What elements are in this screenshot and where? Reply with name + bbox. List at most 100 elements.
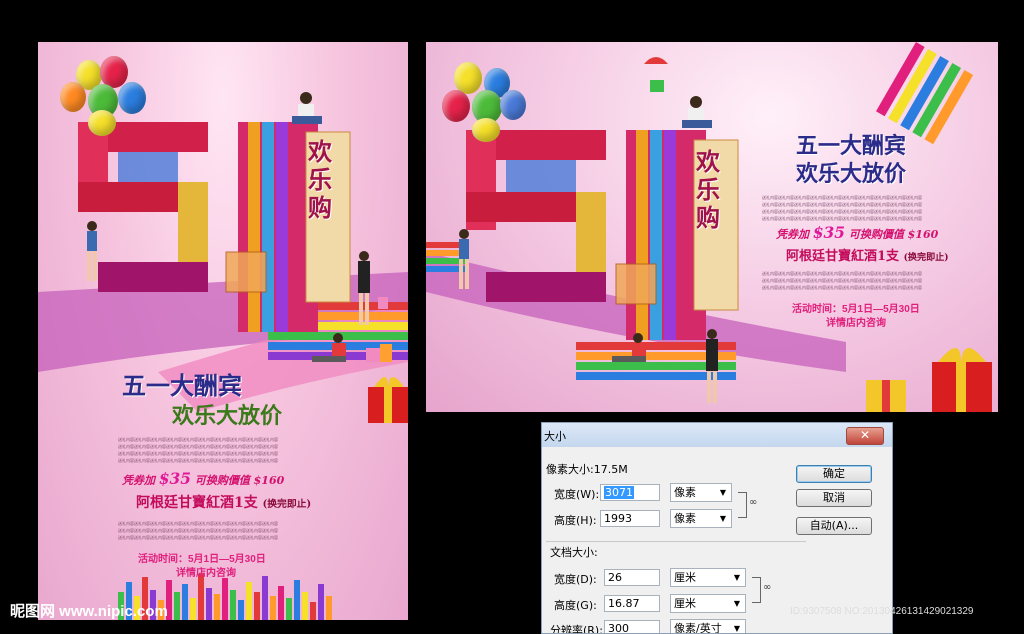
poster2-subhead: 欢乐大放价: [796, 161, 907, 187]
watermark-left: 昵图网 www.nipic.com: [10, 603, 168, 620]
doc-width-input[interactable]: 26: [604, 569, 660, 586]
ok-button[interactable]: 确定: [796, 465, 872, 483]
doc-size-label: 文档大小:: [550, 546, 598, 559]
filler-line: 送礼内容送礼内容送礼内容送礼内容送礼内容送礼内容送礼内容送礼内容送礼内容送礼内容: [118, 528, 278, 533]
height-label: 高度(H):: [554, 514, 597, 527]
doc-link-bracket: [752, 577, 761, 603]
pixel-link-bracket: [738, 492, 747, 518]
doc-height-input[interactable]: 16.87: [604, 595, 660, 612]
close-button[interactable]: ✕: [846, 427, 884, 445]
woman-with-bags: [459, 229, 469, 289]
coupon-prefix: 凭券加: [776, 228, 809, 241]
poster1-coupon: 凭券加 $35 可换购價值 $160: [122, 470, 284, 488]
chain-link-icon: ∞: [749, 497, 758, 508]
width-input[interactable]: 3071: [600, 484, 660, 501]
filler-line: 送礼内容送礼内容送礼内容送礼内容送礼内容送礼内容送礼内容送礼内容送礼内容送礼内容: [762, 195, 922, 200]
poster1-event-time: 活动时间：5月1日—5月30日: [138, 554, 266, 565]
woman-with-laptop: [682, 96, 712, 128]
balloon-icon: [442, 90, 470, 122]
poster-portrait: 欢乐购 五一大酬宾 欢乐大放价 送礼内容送礼内容送礼内容送礼内容送礼内容送礼内容…: [38, 42, 408, 620]
filler-line: 送礼内容送礼内容送礼内容送礼内容送礼内容送礼内容送礼内容送礼内容送礼内容送礼内容: [762, 209, 922, 214]
resolution-unit-select[interactable]: 像素/英寸 ▼: [670, 619, 746, 634]
poster-landscape: 欢乐购 五一大酬宾 欢乐大放价 送礼内容送礼内容送礼内容送礼内容送礼内容送礼内容…: [426, 42, 998, 412]
poster2-coupon: 凭券加 $35 可换购價值 $160: [776, 224, 938, 242]
width-unit-value: 像素: [674, 486, 696, 499]
poster1-shape-text: 欢乐购: [308, 137, 332, 222]
coupon-suffix: 可换购價值 $160: [848, 228, 939, 241]
coupon-amount: $35: [812, 224, 845, 242]
wine-line: 阿根廷甘寶紅酒1支: [786, 249, 900, 264]
resolution-unit-value: 像素/英寸: [674, 622, 722, 634]
watermark-right: ID:9307508 NO:20130426131429021329: [790, 606, 974, 617]
wine-note: (换完即止): [903, 252, 949, 263]
poster2-wine: 阿根廷甘寶紅酒1支 (换完即止): [786, 245, 949, 264]
image-size-dialog: 大小 ✕ 像素大小:17.5M 宽度(W): 3071 像素 ▼ 高度(H): …: [541, 422, 893, 634]
poster1-subhead: 欢乐大放价: [172, 403, 283, 429]
woman-in-black: [706, 329, 718, 403]
poster2-event-detail: 详情店内咨询: [826, 318, 886, 329]
seated-man: [312, 333, 346, 362]
balloon-icon: [60, 82, 86, 112]
coupon-prefix: 凭券加: [122, 474, 155, 487]
poster1-filler-text-2: 送礼内容送礼内容送礼内容送礼内容送礼内容送礼内容送礼内容送礼内容送礼内容送礼内容…: [118, 520, 328, 546]
doc-width-unit-select[interactable]: 厘米 ▼: [670, 568, 746, 587]
doc-size-divider: [546, 541, 806, 542]
woman-with-bags: [87, 221, 97, 281]
filler-line: 送礼内容送礼内容送礼内容送礼内容送礼内容送礼内容送礼内容送礼内容送礼内容送礼内容: [762, 285, 922, 290]
filler-line: 送礼内容送礼内容送礼内容送礼内容送礼内容送礼内容送礼内容送礼内容送礼内容送礼内容: [762, 278, 922, 283]
chevron-down-icon: ▼: [719, 514, 726, 523]
balloon-icon: [454, 62, 482, 94]
filler-line: 送礼内容送礼内容送礼内容送礼内容送礼内容送礼内容送礼内容送礼内容送礼内容送礼内容: [118, 437, 278, 442]
poster1-filler-text: 送礼内容送礼内容送礼内容送礼内容送礼内容送礼内容送礼内容送礼内容送礼内容送礼内容…: [118, 436, 328, 468]
balloon-icon: [118, 82, 146, 114]
poster1-headline: 五一大酬宾: [122, 371, 242, 400]
filler-line: 送礼内容送礼内容送礼内容送礼内容送礼内容送礼内容送礼内容送礼内容送礼内容送礼内容: [118, 521, 278, 526]
balloon-icon: [88, 110, 116, 136]
dialog-title: 大小: [544, 430, 566, 443]
poster2-shape-text: 欢乐购: [696, 147, 720, 232]
poster2-filler-text-2: 送礼内容送礼内容送礼内容送礼内容送礼内容送礼内容送礼内容送礼内容送礼内容送礼内容…: [762, 270, 972, 296]
doc-height-unit-select[interactable]: 厘米 ▼: [670, 594, 746, 613]
poster2-event-time: 活动时间：5月1日—5月30日: [792, 304, 920, 315]
pixel-size-label: 像素大小:17.5M: [546, 463, 628, 476]
doc-height-unit-value: 厘米: [674, 597, 696, 610]
dialog-titlebar[interactable]: 大小 ✕: [542, 423, 892, 447]
filler-line: 送礼内容送礼内容送礼内容送礼内容送礼内容送礼内容送礼内容送礼内容送礼内容送礼内容: [762, 202, 922, 207]
coupon-suffix: 可换购價值 $160: [194, 474, 285, 487]
filler-line: 送礼内容送礼内容送礼内容送礼内容送礼内容送礼内容送礼内容送礼内容送礼内容送礼内容: [118, 444, 278, 449]
woman-in-black: [358, 251, 370, 325]
width-label: 宽度(W):: [554, 488, 600, 501]
filler-line: 送礼内容送礼内容送礼内容送礼内容送礼内容送礼内容送礼内容送礼内容送礼内容送礼内容: [762, 216, 922, 221]
chain-link-icon: ∞: [763, 582, 772, 593]
doc-width-label: 宽度(D):: [554, 573, 597, 586]
wine-line: 阿根廷甘寶紅酒1支: [136, 495, 258, 511]
wine-note: (换完即止): [262, 499, 312, 510]
doc-width-unit-value: 厘米: [674, 571, 696, 584]
height-unit-value: 像素: [674, 512, 696, 525]
chevron-down-icon: ▼: [733, 624, 740, 633]
height-input[interactable]: 1993: [600, 510, 660, 527]
resolution-label: 分辨率(R):: [550, 624, 603, 634]
poster2-filler-text: 送礼内容送礼内容送礼内容送礼内容送礼内容送礼内容送礼内容送礼内容送礼内容送礼内容…: [762, 194, 972, 226]
balloon-icon: [472, 118, 500, 142]
seated-man: [612, 333, 646, 362]
balloon-icon: [500, 90, 526, 120]
chevron-down-icon: ▼: [733, 599, 740, 608]
width-value: 3071: [604, 486, 634, 499]
width-unit-select[interactable]: 像素 ▼: [670, 483, 732, 502]
poster1-wine: 阿根廷甘寶紅酒1支 (换完即止): [136, 492, 311, 512]
filler-line: 送礼内容送礼内容送礼内容送礼内容送礼内容送礼内容送礼内容送礼内容送礼内容送礼内容: [118, 535, 278, 540]
chevron-down-icon: ▼: [733, 573, 740, 582]
chevron-down-icon: ▼: [719, 488, 726, 497]
cancel-button[interactable]: 取消: [796, 489, 872, 507]
height-unit-select[interactable]: 像素 ▼: [670, 509, 732, 528]
poster1-event-detail: 详情店内咨询: [176, 568, 236, 579]
auto-button[interactable]: 自动(A)...: [796, 517, 872, 535]
coupon-amount: $35: [158, 470, 191, 488]
filler-line: 送礼内容送礼内容送礼内容送礼内容送礼内容送礼内容送礼内容送礼内容送礼内容送礼内容: [118, 451, 278, 456]
woman-with-laptop: [292, 92, 322, 124]
filler-line: 送礼内容送礼内容送礼内容送礼内容送礼内容送礼内容送礼内容送礼内容送礼内容送礼内容: [118, 458, 278, 463]
doc-height-label: 高度(G):: [554, 599, 597, 612]
filler-line: 送礼内容送礼内容送礼内容送礼内容送礼内容送礼内容送礼内容送礼内容送礼内容送礼内容: [762, 271, 922, 276]
resolution-input[interactable]: 300: [604, 620, 660, 633]
